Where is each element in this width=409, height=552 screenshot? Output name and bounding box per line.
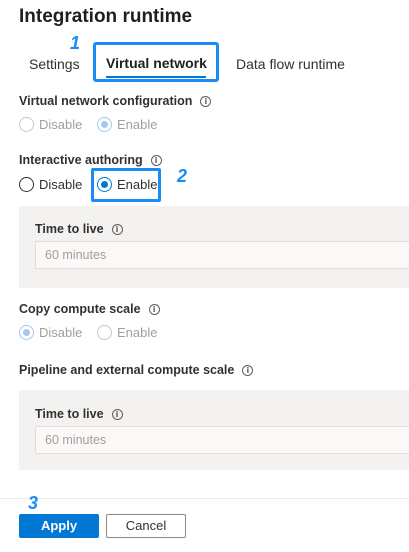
ttl-input[interactable]: 60 minutes (35, 241, 409, 269)
cancel-button[interactable]: Cancel (106, 514, 186, 538)
info-icon[interactable]: i (148, 304, 160, 316)
tab-data-flow-runtime[interactable]: Data flow runtime (236, 56, 345, 72)
ttl-input[interactable]: 60 minutes (35, 426, 409, 454)
ttl-label: Time to live i (35, 222, 123, 236)
callout-2: 2 (177, 166, 188, 186)
apply-button[interactable]: Apply (19, 514, 99, 538)
copy-compute-disable-radio: Disable (19, 325, 82, 340)
copy-compute-scale-label-text: Copy compute scale (19, 302, 141, 316)
copy-compute-enable-radio: Enable (97, 325, 157, 340)
radio-label: Disable (39, 117, 83, 132)
ttl-label-text: Time to live (35, 407, 104, 421)
radio-label: Disable (39, 325, 83, 340)
callout-1: 1 (70, 33, 81, 53)
radio-circle (19, 325, 34, 340)
vnet-config-label: Virtual network configuration i (19, 94, 212, 108)
ttl-label-text: Time to live (35, 222, 104, 236)
info-icon[interactable]: i (200, 96, 212, 108)
vnet-config-enable-radio: Enable (97, 117, 157, 132)
pipeline-ttl-panel: Time to live i 60 minutes (19, 390, 409, 470)
tab-virtual-network[interactable]: Virtual network (106, 55, 207, 71)
ttl-label: Time to live i (35, 407, 123, 421)
radio-circle (19, 117, 34, 132)
copy-compute-scale-label: Copy compute scale i (19, 302, 160, 316)
vnet-config-disable-radio: Disable (19, 117, 82, 132)
pipeline-scale-label-text: Pipeline and external compute scale (19, 363, 235, 377)
radio-circle (97, 117, 112, 132)
info-icon[interactable]: i (242, 365, 254, 377)
tab-selected-indicator (106, 76, 206, 78)
page-title: Integration runtime (19, 6, 193, 27)
info-icon[interactable]: i (111, 409, 123, 421)
interactive-authoring-enable-radio[interactable]: Enable (97, 177, 157, 192)
tab-settings[interactable]: Settings (29, 56, 80, 72)
footer-divider (0, 498, 409, 499)
radio-circle[interactable] (97, 177, 112, 192)
interactive-authoring-ttl-panel: Time to live i 60 minutes (19, 206, 409, 288)
callout-3: 3 (28, 493, 39, 513)
radio-label: Enable (117, 177, 158, 192)
interactive-authoring-label: Interactive authoring i (19, 153, 162, 167)
radio-circle (97, 325, 112, 340)
radio-label: Enable (117, 325, 158, 340)
radio-label: Disable (39, 177, 83, 192)
info-icon[interactable]: i (150, 155, 162, 167)
interactive-authoring-label-text: Interactive authoring (19, 153, 143, 167)
interactive-authoring-disable-radio[interactable]: Disable (19, 177, 82, 192)
pipeline-scale-label: Pipeline and external compute scale i (19, 363, 254, 377)
radio-circle[interactable] (19, 177, 34, 192)
vnet-config-label-text: Virtual network configuration (19, 94, 193, 108)
info-icon[interactable]: i (111, 224, 123, 236)
radio-label: Enable (117, 117, 158, 132)
